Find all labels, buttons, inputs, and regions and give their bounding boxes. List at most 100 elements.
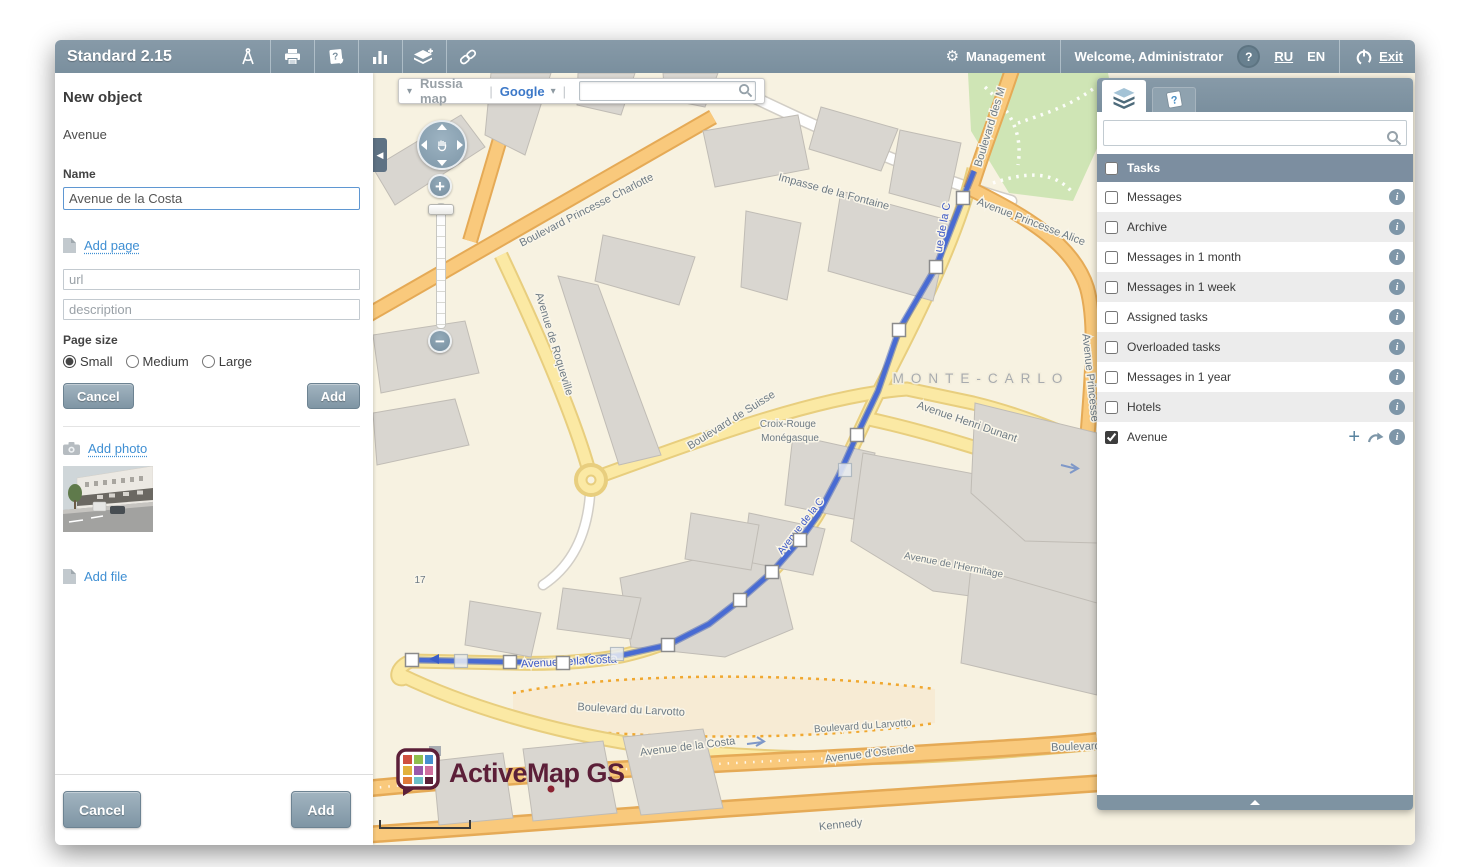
exit-link[interactable]: Exit	[1379, 49, 1403, 64]
cancel-object-button[interactable]: Cancel	[63, 791, 141, 828]
svg-text:?: ?	[332, 51, 339, 63]
info-icon[interactable]: i	[1389, 429, 1405, 445]
route-vertex-handle	[930, 261, 943, 274]
page-size-label: Page size	[63, 333, 360, 347]
layer-checkbox[interactable]	[1105, 281, 1118, 294]
lang-ru-link[interactable]: RU	[1274, 49, 1293, 64]
tab-legend[interactable]: ?	[1152, 87, 1196, 112]
divider	[63, 426, 360, 427]
route-vertex-handle	[851, 429, 864, 442]
info-icon[interactable]: i	[1389, 369, 1405, 385]
layer-row-assigned-tasks[interactable]: Assigned tasks i	[1097, 302, 1413, 332]
layer-checkbox[interactable]	[1105, 191, 1118, 204]
url-input[interactable]	[63, 269, 360, 290]
layer-row-hotels[interactable]: Hotels i	[1097, 392, 1413, 422]
photo-thumbnail[interactable]	[63, 466, 360, 537]
overlay-layer-select[interactable]: Google	[500, 84, 545, 99]
info-icon[interactable]: i	[1389, 249, 1405, 265]
layer-checkbox[interactable]	[1105, 221, 1118, 234]
layer-row-archive[interactable]: Archive i	[1097, 212, 1413, 242]
info-icon[interactable]: i	[1389, 339, 1405, 355]
map-search-input[interactable]	[579, 81, 756, 101]
help-book-icon[interactable]: ?	[315, 40, 358, 73]
layer-checkbox[interactable]	[1105, 371, 1118, 384]
layer-row-messages-1-month[interactable]: Messages in 1 month i	[1097, 242, 1413, 272]
info-icon[interactable]: i	[1389, 279, 1405, 295]
page-size-radios: Small Medium Large	[63, 354, 360, 369]
radio-small[interactable]: Small	[63, 354, 113, 369]
gear-icon: ⚙	[946, 49, 959, 64]
page-icon	[63, 238, 76, 253]
link-icon[interactable]	[447, 40, 490, 73]
svg-text:17: 17	[414, 575, 426, 586]
add-file-link[interactable]: Add file	[63, 569, 360, 584]
layer-checkbox[interactable]	[1105, 311, 1118, 324]
add-photo-link[interactable]: Add photo	[63, 441, 360, 456]
zoom-slider-handle[interactable]	[428, 204, 454, 215]
help-badge[interactable]: ?	[1237, 45, 1260, 68]
top-toolbar: Standard 2.15 ?	[55, 40, 1415, 73]
hand-icon	[434, 137, 450, 153]
pan-control[interactable]	[417, 120, 467, 170]
name-label: Name	[63, 167, 360, 181]
edit-curve-arrow-icon[interactable]	[1367, 431, 1384, 444]
route-vertex-handle	[766, 566, 779, 579]
layers-panel-tabs: ?	[1097, 78, 1413, 112]
base-layer-caret-icon[interactable]: ▾	[407, 86, 412, 97]
tasks-group-label: Tasks	[1127, 161, 1160, 175]
toolbar-right: ⚙ Management Welcome, Administrator ? RU…	[946, 40, 1403, 73]
layer-checkbox[interactable]	[1105, 401, 1118, 414]
tasks-group-checkbox[interactable]	[1105, 162, 1118, 175]
info-icon[interactable]: i	[1389, 309, 1405, 325]
pan-down-icon	[437, 160, 447, 166]
collapse-left-panel-button[interactable]: ◀	[373, 138, 387, 172]
layer-row-overloaded-tasks[interactable]: Overloaded tasks i	[1097, 332, 1413, 362]
description-input[interactable]	[63, 299, 360, 320]
route-vertex-handle	[406, 654, 419, 667]
layer-checkbox[interactable]	[1105, 341, 1118, 354]
zoom-slider-track[interactable]	[436, 203, 446, 329]
layer-row-messages-1-week[interactable]: Messages in 1 week i	[1097, 272, 1413, 302]
layer-row-avenue[interactable]: Avenue + i	[1097, 422, 1413, 452]
measure-icon[interactable]	[227, 40, 270, 73]
print-icon[interactable]	[271, 40, 314, 73]
add-button[interactable]: Add	[307, 383, 360, 409]
layer-search	[1097, 112, 1413, 154]
layer-row-messages[interactable]: Messages i	[1097, 182, 1413, 212]
route-vertex-handle	[957, 192, 970, 205]
layer-search-input[interactable]	[1103, 120, 1407, 146]
svg-text:MONTE-CARLO: MONTE-CARLO	[893, 371, 1070, 386]
add-feature-icon[interactable]: +	[1348, 430, 1360, 444]
zoom-in-button[interactable]: +	[428, 174, 452, 198]
layer-row-messages-1-year[interactable]: Messages in 1 year i	[1097, 362, 1413, 392]
layers-icon	[1112, 88, 1136, 109]
radio-large[interactable]: Large	[202, 354, 252, 369]
cancel-button[interactable]: Cancel	[63, 383, 134, 409]
map-marker	[548, 786, 555, 793]
lang-en-link[interactable]: EN	[1307, 49, 1325, 64]
overlay-layer-caret-icon[interactable]: ▾	[551, 86, 556, 97]
add-object-button[interactable]: Add	[291, 791, 351, 828]
page-title: New object	[63, 89, 360, 106]
add-page-link[interactable]: Add page	[63, 238, 360, 253]
base-layer-select[interactable]: Russia map	[420, 76, 482, 106]
layer-checkbox[interactable]	[1105, 431, 1118, 444]
zoom-out-button[interactable]: −	[428, 329, 452, 353]
layer-checkbox[interactable]	[1105, 251, 1118, 264]
info-icon[interactable]: i	[1389, 219, 1405, 235]
chevron-up-icon	[1250, 800, 1260, 805]
add-layer-icon[interactable]	[403, 40, 446, 73]
statistics-icon[interactable]	[359, 40, 402, 73]
search-icon	[1386, 130, 1402, 146]
collapse-panel-button[interactable]	[1097, 795, 1413, 810]
tab-layers[interactable]	[1102, 80, 1146, 112]
info-icon[interactable]: i	[1389, 399, 1405, 415]
form-footer: Cancel Add	[55, 774, 373, 845]
power-icon	[1354, 47, 1374, 67]
name-input[interactable]	[63, 187, 360, 210]
tasks-group-header: Tasks	[1097, 154, 1413, 182]
radio-medium[interactable]: Medium	[126, 354, 189, 369]
info-icon[interactable]: i	[1389, 189, 1405, 205]
management-button[interactable]: ⚙ Management	[946, 49, 1046, 64]
app-window: Standard 2.15 ?	[55, 40, 1415, 845]
